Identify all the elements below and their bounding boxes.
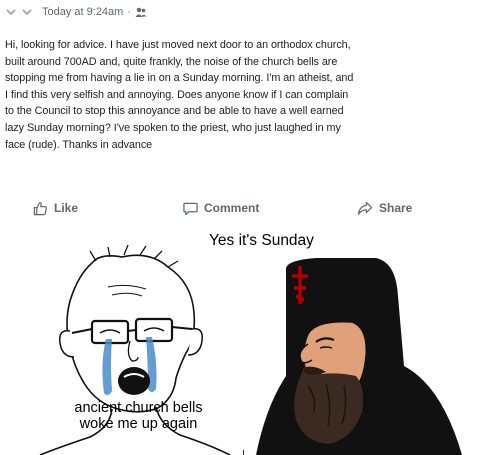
meme-image: Yes it's Sunday ancient church bells wok… — [0, 228, 481, 455]
share-arrow-icon — [357, 201, 373, 215]
share-label: Share — [379, 201, 413, 215]
like-button[interactable]: Like — [33, 196, 78, 220]
post-meta: Today at 9:24am · — [6, 5, 147, 19]
thumbs-up-icon — [33, 201, 48, 215]
caption-line-1: ancient church bells — [74, 400, 203, 416]
meta-separator: · — [127, 6, 132, 18]
comment-button[interactable]: Comment — [183, 196, 259, 220]
comment-label: Comment — [204, 201, 260, 215]
post-body-line: stopping me from having a lie in on a Su… — [5, 72, 354, 85]
share-button[interactable]: Share — [357, 196, 412, 220]
post-body-line: Hi, looking for advice. I have just move… — [5, 39, 351, 51]
like-label: Like — [54, 201, 79, 215]
post-body-line: lazy Sunday morning? I've spoken to the … — [5, 121, 341, 134]
post-timestamp[interactable]: Today at 9:24am — [42, 6, 123, 18]
image-divider-mark — [243, 450, 244, 455]
meme-caption: ancient church bells woke me up again — [56, 400, 221, 432]
post-body-line: built around 700AD and, quite frankly, t… — [5, 55, 338, 68]
chevron-down-icon[interactable] — [22, 7, 32, 17]
post-body-line: I find this very selfish and annoying. D… — [5, 88, 349, 101]
orthodox-priest-drawing — [256, 258, 462, 455]
post-actions-bar: Like Comment Share — [0, 196, 481, 220]
chevron-down-icon[interactable] — [6, 7, 16, 17]
facebook-post: Today at 9:24am · Hi, looking for advice… — [0, 0, 481, 228]
friends-icon[interactable] — [135, 7, 147, 18]
post-body-line: to the Council to stop this annoyance an… — [5, 105, 344, 118]
post-body-line: face (rude). Thanks in advance — [5, 138, 153, 151]
caption-line-2: woke me up again — [79, 416, 198, 432]
post-body: Hi, looking for advice. I have just move… — [5, 37, 477, 153]
comment-bubble-icon — [183, 202, 198, 215]
